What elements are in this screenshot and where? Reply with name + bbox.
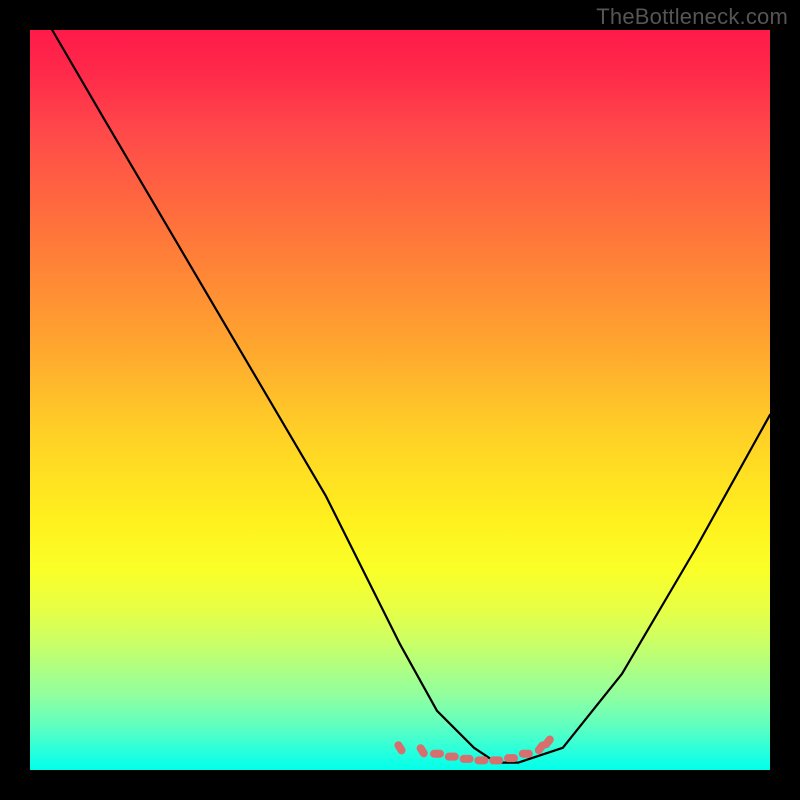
plot-area [30,30,770,770]
chart-frame [0,0,800,800]
main-curve [52,30,770,763]
curve-layer [30,30,770,770]
watermark-text: TheBottleneck.com [596,4,788,30]
